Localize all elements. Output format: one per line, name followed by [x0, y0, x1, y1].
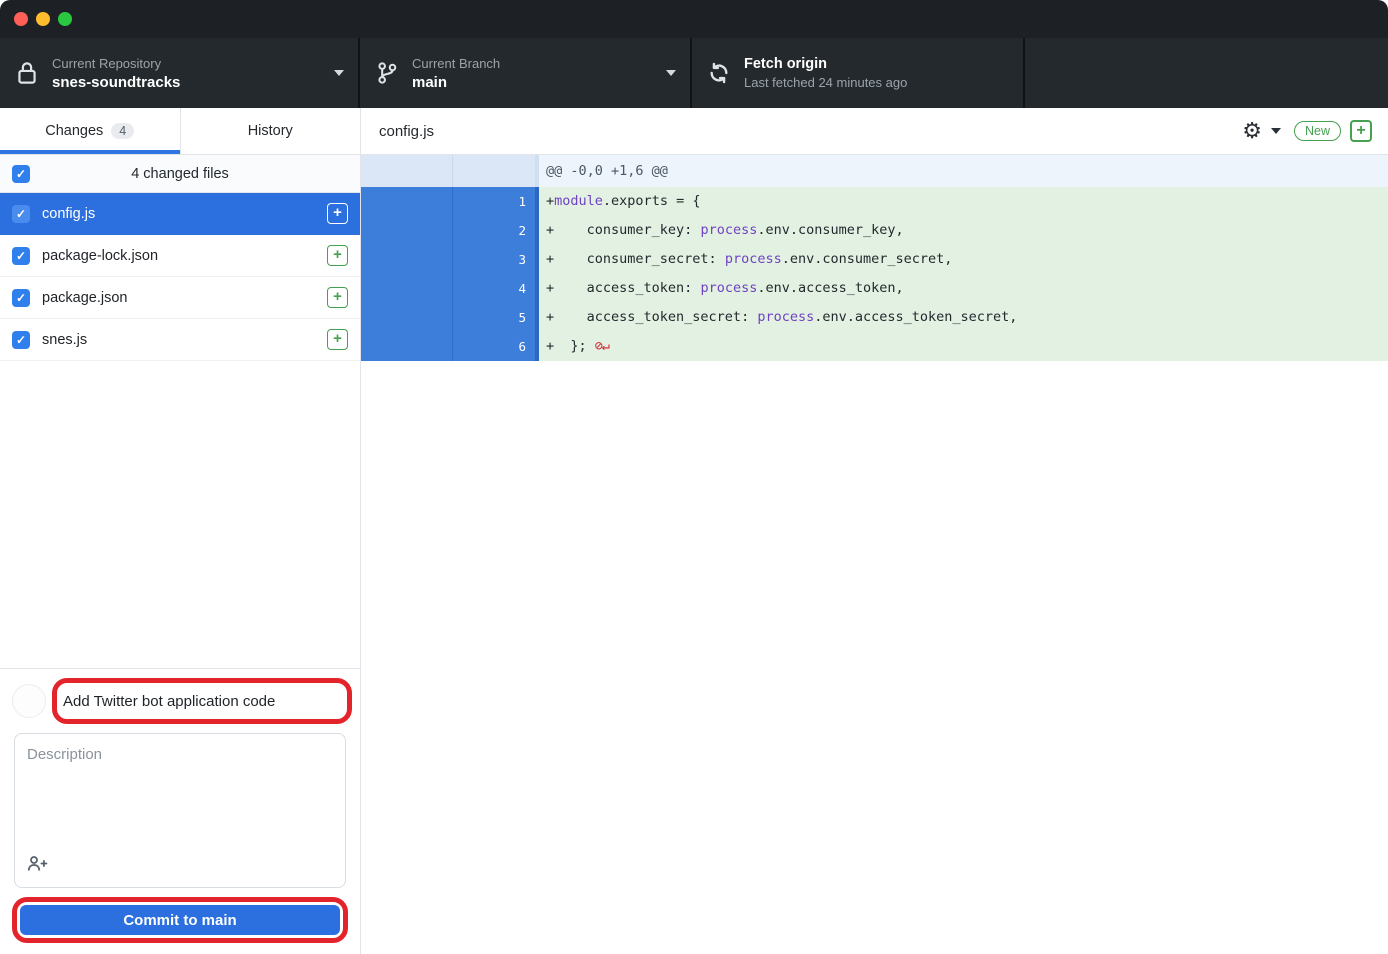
chevron-down-icon[interactable]	[1271, 128, 1281, 134]
old-line-number	[361, 216, 453, 245]
file-row-snes.js[interactable]: ✓ snes.js+	[0, 319, 360, 361]
file-checkbox[interactable]: ✓	[12, 205, 30, 223]
github-desktop-window: Current Repository snes-soundtracks Curr…	[0, 0, 1388, 954]
minimize-button[interactable]	[36, 12, 50, 26]
old-line-number	[361, 274, 453, 303]
new-line-number: 6	[453, 332, 539, 361]
old-line-number	[361, 245, 453, 274]
new-line-number: 3	[453, 245, 539, 274]
added-status-icon: +	[327, 245, 348, 266]
diff-file-title: config.js	[379, 123, 1242, 140]
file-row-package-lock.json[interactable]: ✓ package-lock.json+	[0, 235, 360, 277]
commit-summary-row: Add Twitter bot application code	[0, 669, 360, 724]
add-co-author-icon[interactable]	[27, 855, 48, 877]
diff-line-code: + }; ⊘↵	[539, 332, 1388, 361]
old-line-number	[361, 332, 453, 361]
toolbar: Current Repository snes-soundtracks Curr…	[0, 38, 1388, 108]
branch-label: Current Branch	[412, 56, 666, 71]
file-row-package.json[interactable]: ✓ package.json+	[0, 277, 360, 319]
diff-line-1[interactable]: 1+module.exports = {	[361, 187, 1388, 216]
diff-line-code: + access_token_secret: process.env.acces…	[539, 303, 1388, 332]
new-line-number: 4	[453, 274, 539, 303]
diff-line-3[interactable]: 3+ consumer_secret: process.env.consumer…	[361, 245, 1388, 274]
sidebar: Changes 4 History ✓ 4 changed files ✓ con…	[0, 108, 361, 954]
added-status-icon: +	[327, 329, 348, 350]
files-header: ✓ 4 changed files	[0, 155, 360, 193]
file-checkbox[interactable]: ✓	[12, 331, 30, 349]
annotation-commit-highlight: Commit to main	[12, 897, 348, 943]
avatar	[12, 684, 46, 718]
file-name: package.json	[42, 290, 327, 306]
annotation-summary-highlight: Add Twitter bot application code	[52, 678, 352, 724]
sync-icon	[706, 61, 732, 85]
new-line-number: 2	[453, 216, 539, 245]
titlebar	[0, 0, 1388, 38]
fetch-title: Fetch origin	[744, 56, 1009, 72]
diff-line-code: + consumer_key: process.env.consumer_key…	[539, 216, 1388, 245]
old-line-number	[361, 187, 453, 216]
repository-switcher[interactable]: Current Repository snes-soundtracks	[0, 38, 360, 108]
commit-button-label: Commit to	[123, 912, 201, 929]
diff-line-4[interactable]: 4+ access_token: process.env.access_toke…	[361, 274, 1388, 303]
added-status-icon: +	[327, 287, 348, 308]
repository-name: snes-soundtracks	[52, 74, 334, 91]
tab-history-label: History	[248, 123, 293, 139]
commit-description-box	[14, 733, 346, 888]
commit-button-branch: main	[202, 912, 237, 929]
toolbar-spacer	[1025, 38, 1388, 108]
diff-pane: config.js ⚙ New + @@ -0,0 +1,6 @@ 1+modu…	[361, 108, 1388, 954]
diff-line-code: + consumer_secret: process.env.consumer_…	[539, 245, 1388, 274]
file-name: package-lock.json	[42, 248, 327, 264]
tab-changes-label: Changes	[45, 123, 103, 139]
new-line-number: 5	[453, 303, 539, 332]
chevron-down-icon	[334, 70, 344, 76]
tab-changes[interactable]: Changes 4	[0, 108, 180, 154]
file-name: config.js	[42, 206, 327, 222]
commit-summary-input[interactable]: Add Twitter bot application code	[63, 693, 341, 710]
close-button[interactable]	[14, 12, 28, 26]
fetch-subtitle: Last fetched 24 minutes ago	[744, 75, 1009, 90]
file-name: snes.js	[42, 332, 327, 348]
diff-line-5[interactable]: 5+ access_token_secret: process.env.acce…	[361, 303, 1388, 332]
file-checkbox[interactable]: ✓	[12, 289, 30, 307]
fetch-origin-button[interactable]: Fetch origin Last fetched 24 minutes ago	[692, 38, 1025, 108]
repository-label: Current Repository	[52, 56, 334, 71]
commit-button[interactable]: Commit to main	[20, 905, 340, 935]
diff-line-2[interactable]: 2+ consumer_key: process.env.consumer_ke…	[361, 216, 1388, 245]
added-status-icon: +	[327, 203, 348, 224]
diff-line-6[interactable]: 6+ }; ⊘↵	[361, 332, 1388, 361]
gear-icon[interactable]: ⚙	[1242, 120, 1262, 142]
hunk-header-row: @@ -0,0 +1,6 @@	[361, 155, 1388, 187]
hunk-header-text: @@ -0,0 +1,6 @@	[539, 155, 1388, 187]
tab-history[interactable]: History	[180, 108, 361, 154]
branch-switcher[interactable]: Current Branch main	[360, 38, 692, 108]
diff-line-code: +module.exports = {	[539, 187, 1388, 216]
diff-actions: ⚙ New +	[1242, 120, 1372, 142]
commit-description-input[interactable]	[15, 734, 345, 852]
files-header-label: 4 changed files	[30, 166, 330, 182]
file-row-config.js[interactable]: ✓ config.js+	[0, 193, 360, 235]
expand-diff-plus-icon[interactable]: +	[1350, 120, 1372, 142]
new-file-badge: New	[1294, 121, 1341, 141]
git-branch-icon	[374, 60, 400, 86]
branch-name: main	[412, 74, 666, 91]
zoom-button[interactable]	[58, 12, 72, 26]
hunk-gutter-new	[453, 155, 539, 187]
file-checkbox[interactable]: ✓	[12, 247, 30, 265]
diff-lines: 1+module.exports = {2+ consumer_key: pro…	[361, 187, 1388, 361]
file-list: ✓config.js+✓package-lock.json+✓package.j…	[0, 193, 360, 361]
diff-view: @@ -0,0 +1,6 @@ 1+module.exports = {2+ c…	[361, 155, 1388, 361]
sidebar-tabs: Changes 4 History	[0, 108, 360, 155]
changes-count-badge: 4	[111, 123, 134, 139]
hunk-gutter-old	[361, 155, 453, 187]
lock-icon	[14, 60, 40, 86]
select-all-checkbox[interactable]: ✓	[12, 165, 30, 183]
old-line-number	[361, 303, 453, 332]
diff-line-code: + access_token: process.env.access_token…	[539, 274, 1388, 303]
commit-area: Add Twitter bot application code Commit …	[0, 668, 360, 954]
new-line-number: 1	[453, 187, 539, 216]
chevron-down-icon	[666, 70, 676, 76]
diff-header: config.js ⚙ New +	[361, 108, 1388, 155]
